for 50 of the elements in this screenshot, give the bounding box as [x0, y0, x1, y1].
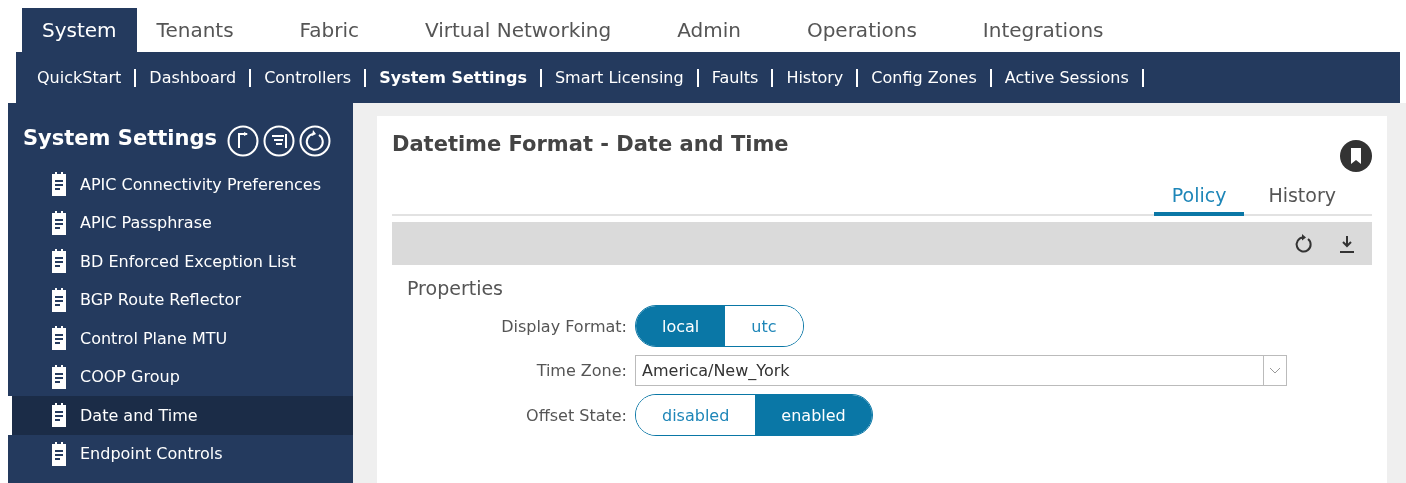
sidebar-item[interactable]: APIC Connectivity Preferences	[8, 165, 353, 204]
top-tab[interactable]: System	[22, 8, 137, 52]
top-tab[interactable]: Operations	[786, 8, 937, 52]
top-tab[interactable]: Tenants	[136, 8, 254, 52]
panel-tab[interactable]: History	[1250, 178, 1354, 216]
field-label: Display Format:	[500, 316, 627, 336]
download-icon[interactable]	[1338, 233, 1356, 254]
section-heading: Properties	[407, 277, 505, 299]
sub-nav-link[interactable]: Active Sessions	[991, 68, 1144, 87]
sidebar-item[interactable]: APIC Passphrase	[8, 203, 353, 242]
sub-nav-link[interactable]: History	[773, 68, 859, 87]
top-tab[interactable]: Admin	[657, 8, 761, 52]
sidebar-item[interactable]: Endpoint Controls	[8, 434, 353, 473]
time-zone-select[interactable]: America/New_York	[635, 355, 1287, 386]
sub-nav-link[interactable]: Smart Licensing	[541, 68, 699, 87]
sub-nav-link[interactable]: Dashboard	[136, 68, 252, 87]
sidebar-item[interactable]: Control Plane MTU	[8, 319, 353, 358]
sub-nav-link[interactable]: Faults	[698, 68, 774, 87]
field-label: Time Zone:	[535, 361, 627, 380]
toggle-option[interactable]: local	[636, 306, 726, 346]
panel-tab[interactable]: Policy	[1153, 178, 1245, 216]
refresh-icon[interactable]	[298, 125, 331, 157]
sub-nav-link[interactable]: QuickStart	[24, 68, 137, 87]
top-tab[interactable]: Fabric	[279, 8, 379, 52]
sub-nav-link[interactable]: Controllers	[251, 68, 367, 87]
top-tab[interactable]: Integrations	[962, 8, 1124, 52]
document-icon	[52, 249, 66, 274]
sub-nav-link[interactable]: Config Zones	[858, 68, 992, 87]
top-tab[interactable]: Virtual Networking	[405, 8, 632, 52]
panel-title: Datetime Format - Date and Time	[392, 132, 789, 156]
sidebar-title: System Settings	[23, 126, 217, 150]
chevron-down-icon	[1269, 366, 1281, 375]
document-icon	[52, 364, 66, 389]
document-icon	[52, 172, 66, 197]
sidebar-item[interactable]: COOP Group	[8, 357, 353, 396]
sub-nav-link[interactable]: System Settings	[366, 68, 542, 87]
document-icon	[52, 441, 66, 466]
document-icon	[52, 210, 66, 235]
flag-icon[interactable]	[226, 125, 259, 157]
sidebar-item[interactable]: BD Enforced Exception List	[8, 242, 353, 281]
sidebar-item[interactable]: Date and Time	[8, 396, 353, 435]
refresh-icon[interactable]	[1294, 233, 1314, 254]
sidebar-item[interactable]: BGP Route Reflector	[8, 280, 353, 319]
field-label: Offset State:	[525, 405, 627, 425]
bookmark-icon[interactable]	[1340, 140, 1372, 172]
toggle-option[interactable]: enabled	[755, 395, 872, 435]
document-icon	[52, 326, 66, 351]
document-icon	[52, 403, 66, 428]
document-icon	[52, 287, 66, 312]
filter-list-icon[interactable]	[262, 125, 295, 157]
